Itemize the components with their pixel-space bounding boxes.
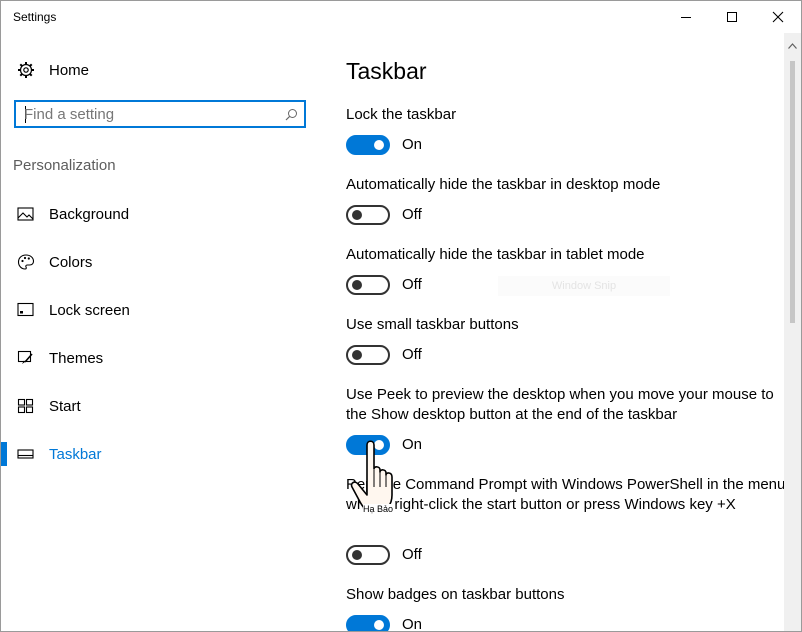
setting-label: Show badges on taskbar buttons xyxy=(346,586,565,603)
picture-icon xyxy=(17,205,35,223)
gear-icon xyxy=(17,61,35,79)
sidebar-item-lock-screen[interactable]: Lock screen xyxy=(1,290,323,330)
minimize-icon xyxy=(681,17,691,18)
sidebar-item-label: Lock screen xyxy=(49,301,130,319)
maximize-button[interactable] xyxy=(709,1,755,33)
toggle-state: On xyxy=(402,436,423,453)
toggle-powershell[interactable] xyxy=(346,545,390,565)
sidebar-item-label: Start xyxy=(49,397,81,415)
setting-label: Lock the taskbar xyxy=(346,106,457,123)
section-label: Personalization xyxy=(13,157,116,174)
sidebar-item-themes[interactable]: Themes xyxy=(1,338,323,378)
taskbar-icon xyxy=(17,445,35,463)
sidebar-item-colors[interactable]: Colors xyxy=(1,242,323,282)
toggle-state: Off xyxy=(402,206,422,223)
sidebar-item-label: Colors xyxy=(49,253,93,271)
toggle-autohide-desktop[interactable] xyxy=(346,205,390,225)
window-snip-ghost-label: Window Snip xyxy=(498,276,670,296)
setting-label: Automatically hide the taskbar in deskto… xyxy=(346,176,661,193)
sidebar-home-label: Home xyxy=(49,61,90,79)
close-icon xyxy=(772,11,784,23)
lock-screen-icon xyxy=(17,301,35,319)
palette-icon xyxy=(17,253,35,271)
toggle-knob xyxy=(352,550,362,560)
toggle-lock-taskbar[interactable] xyxy=(346,135,390,155)
toggle-knob xyxy=(352,210,362,220)
toggle-state: On xyxy=(402,136,423,153)
window-title: Settings xyxy=(13,10,57,24)
scroll-up-icon[interactable] xyxy=(788,43,797,49)
search-input[interactable] xyxy=(24,105,274,123)
toggle-knob xyxy=(352,280,362,290)
sidebar-item-home[interactable]: Home xyxy=(1,50,323,90)
toggle-knob xyxy=(374,620,384,630)
settings-window: Settings Home Personalization xyxy=(0,0,802,632)
start-grid-icon xyxy=(17,397,35,415)
sidebar-item-label: Background xyxy=(49,205,130,223)
sidebar-item-start[interactable]: Start xyxy=(1,386,323,426)
sidebar: Home Personalization Background Colors xyxy=(1,33,323,631)
maximize-icon xyxy=(727,12,737,22)
scroll-thumb[interactable] xyxy=(790,61,795,323)
toggle-knob xyxy=(374,140,384,150)
title-bar: Settings xyxy=(1,1,801,33)
close-button[interactable] xyxy=(755,1,801,33)
sidebar-item-taskbar[interactable]: Taskbar xyxy=(1,434,323,474)
setting-label: Replace Command Prompt with Windows Powe… xyxy=(346,476,786,513)
cursor-label: Hạ Bảo xyxy=(363,504,394,514)
sidebar-item-label: Taskbar xyxy=(49,445,102,463)
toggle-knob xyxy=(352,350,362,360)
search-box[interactable] xyxy=(14,100,306,128)
setting-label: Use Peek to preview the desktop when you… xyxy=(346,386,774,423)
toggle-badges[interactable] xyxy=(346,615,390,631)
toggle-state: On xyxy=(402,616,423,632)
toggle-state: Off xyxy=(402,546,422,563)
toggle-autohide-tablet[interactable] xyxy=(346,275,390,295)
active-indicator xyxy=(1,442,7,466)
search-icon[interactable] xyxy=(285,108,298,126)
setting-label: Use small taskbar buttons xyxy=(346,316,519,333)
brush-icon xyxy=(17,349,35,367)
sidebar-item-background[interactable]: Background xyxy=(1,194,323,234)
minimize-button[interactable] xyxy=(663,1,709,33)
page-title: Taskbar xyxy=(346,58,427,84)
setting-label: Automatically hide the taskbar in tablet… xyxy=(346,246,645,263)
toggle-small-buttons[interactable] xyxy=(346,345,390,365)
toggle-state: Off xyxy=(402,346,422,363)
toggle-state: Off xyxy=(402,276,422,293)
sidebar-item-label: Themes xyxy=(49,349,104,367)
vertical-scrollbar[interactable] xyxy=(784,33,801,631)
